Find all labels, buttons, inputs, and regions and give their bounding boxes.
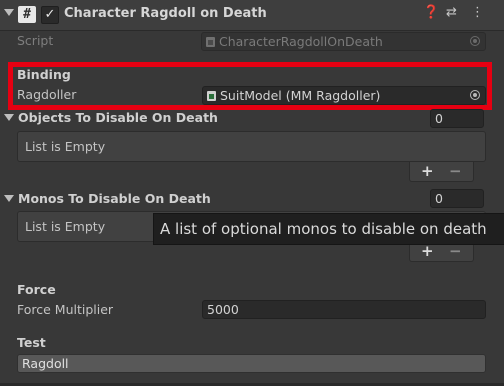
- binding-highlight-box: [8, 62, 492, 110]
- script-field-value: CharacterRagdollOnDeath: [219, 34, 383, 49]
- add-item-button[interactable]: +: [421, 162, 434, 180]
- tooltip: A list of optional monos to disable on d…: [153, 213, 504, 245]
- menu-icon[interactable]: ⋮: [471, 5, 484, 20]
- force-multiplier-label: Force Multiplier: [17, 302, 114, 317]
- object-picker-icon[interactable]: [470, 36, 480, 46]
- script-asset-icon: [206, 37, 215, 47]
- monos-list-count[interactable]: 0: [430, 189, 484, 208]
- foldout-arrow-icon[interactable]: [4, 9, 14, 16]
- script-icon: #: [18, 6, 36, 23]
- test-header: Test: [17, 335, 46, 350]
- preset-icon[interactable]: ⇄: [446, 5, 457, 20]
- monos-list-buttons: [409, 242, 474, 262]
- foldout-arrow-icon[interactable]: [4, 114, 14, 121]
- component-enabled-checkbox[interactable]: ✓: [41, 6, 59, 24]
- objects-list-count[interactable]: 0: [430, 109, 484, 128]
- objects-list-empty: List is Empty: [25, 139, 106, 154]
- objects-list-buttons: [409, 162, 474, 182]
- objects-list-label[interactable]: Objects To Disable On Death: [18, 110, 218, 125]
- force-header: Force: [17, 282, 56, 297]
- script-label: Script: [17, 33, 54, 48]
- component-title: Character Ragdoll on Death: [64, 6, 267, 21]
- force-multiplier-field[interactable]: 5000: [202, 300, 486, 319]
- monos-list-empty: List is Empty: [25, 219, 106, 234]
- ragdoll-button[interactable]: Ragdoll: [17, 354, 486, 373]
- help-icon[interactable]: ❓: [423, 5, 439, 20]
- remove-item-button[interactable]: −: [449, 162, 462, 180]
- foldout-arrow-icon[interactable]: [4, 195, 14, 202]
- monos-list-label[interactable]: Monos To Disable On Death: [18, 191, 211, 206]
- script-field[interactable]: CharacterRagdollOnDeath: [201, 32, 486, 51]
